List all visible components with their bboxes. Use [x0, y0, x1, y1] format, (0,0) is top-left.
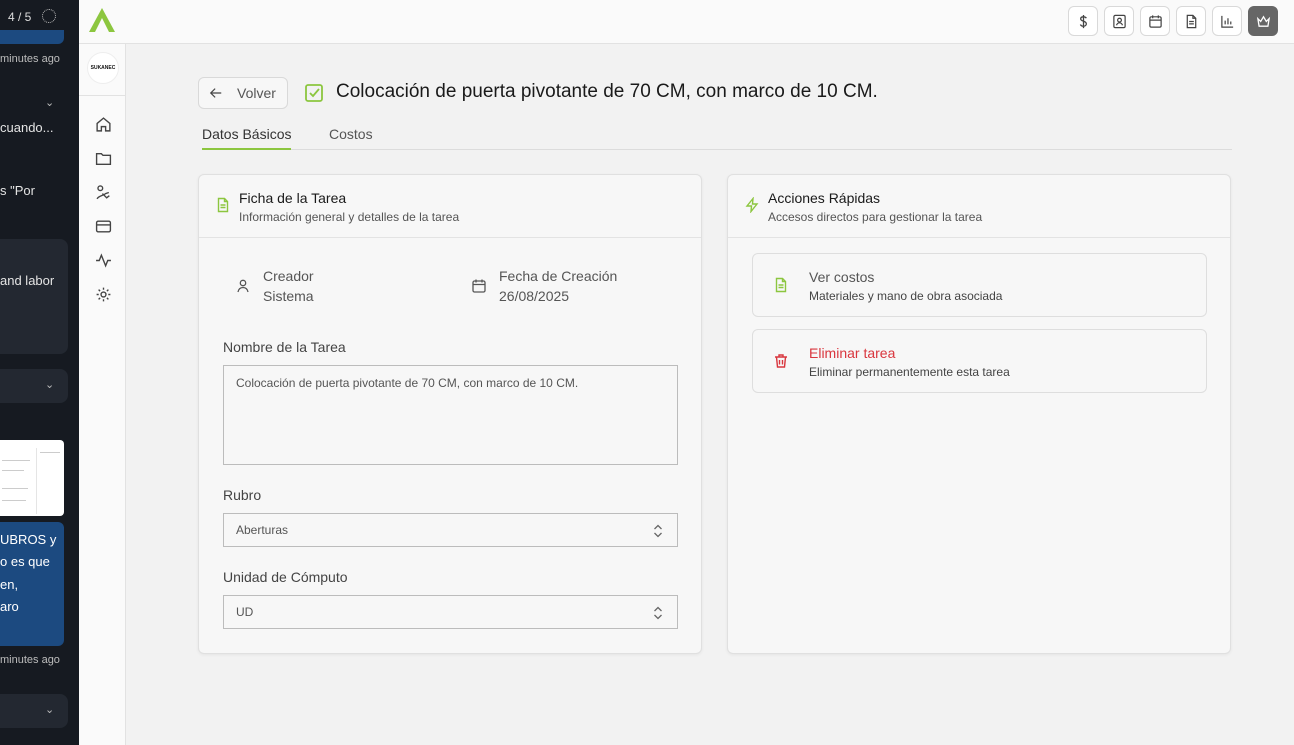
checkbox-icon — [305, 84, 323, 102]
main-content: Volver Colocación de puerta pivotante de… — [126, 44, 1294, 745]
organization-logo[interactable]: SUKANEC — [87, 52, 119, 84]
chevron-down-icon[interactable]: ⌄ — [45, 378, 54, 391]
dollar-button[interactable] — [1068, 6, 1098, 36]
message-counter: 4 / 5 — [8, 10, 32, 24]
sidebar-item-activity[interactable] — [93, 250, 113, 270]
card-title: Ficha de la Tarea — [239, 190, 347, 206]
quick-actions-card: Acciones Rápidas Accesos directos para g… — [727, 174, 1231, 654]
chat-text: UBROS y — [0, 532, 57, 547]
chevron-down-icon[interactable]: ⌄ — [45, 703, 54, 716]
document-icon — [775, 277, 787, 293]
dollar-icon — [1079, 14, 1087, 28]
folder-icon — [95, 152, 111, 165]
calendar-icon — [472, 279, 486, 293]
card-header: Ficha de la Tarea Información general y … — [199, 175, 701, 238]
activity-icon — [95, 252, 111, 268]
user-icon — [237, 279, 249, 293]
chat-panel: 4 / 5 minutes ago ⌄ cuando... s "Por and… — [0, 0, 79, 745]
card-header: Acciones Rápidas Accesos directos para g… — [728, 175, 1230, 238]
chat-text: s "Por — [0, 183, 35, 198]
rubro-value: Aberturas — [236, 523, 289, 537]
documents-button[interactable] — [1176, 6, 1206, 36]
chat-bubble: UBROS y o es que en, aro — [0, 522, 64, 646]
crown-icon — [1256, 15, 1270, 27]
chevron-up-down-icon — [654, 524, 662, 538]
reports-button[interactable] — [1212, 6, 1242, 36]
chat-text: o es que — [0, 554, 50, 569]
tab-costos[interactable]: Costos — [329, 126, 373, 148]
collapsed-section[interactable] — [0, 694, 68, 728]
document-icon — [1186, 14, 1196, 28]
back-button-label: Volver — [237, 85, 276, 101]
card-subtitle: Información general y detalles de la tar… — [239, 210, 460, 224]
delete-task-action[interactable]: Eliminar tarea Eliminar permanentemente … — [752, 329, 1207, 393]
calendar-icon — [1148, 14, 1162, 28]
app-logo[interactable] — [87, 6, 117, 34]
action-title: Ver costos — [809, 269, 875, 285]
bar-chart-icon — [1220, 15, 1233, 28]
tools-icon — [95, 184, 110, 199]
calendar-button[interactable] — [1140, 6, 1170, 36]
lightning-icon — [745, 197, 759, 213]
top-actions — [1068, 6, 1278, 36]
credit-card-icon — [95, 219, 111, 233]
contact-card-icon — [1112, 14, 1126, 28]
sidebar-item-settings[interactable] — [93, 284, 113, 304]
creator-value: Sistema — [263, 288, 314, 304]
top-bar — [79, 0, 1294, 44]
collapsed-section[interactable] — [0, 369, 68, 403]
sidebar-item-home[interactable] — [93, 114, 113, 134]
chat-bubble — [0, 30, 64, 44]
creation-date-value: 26/08/2025 — [499, 288, 570, 304]
chat-text: en, — [0, 577, 19, 592]
settings-icon — [96, 287, 110, 301]
back-button[interactable]: Volver — [198, 77, 288, 109]
home-icon — [95, 116, 111, 132]
contacts-button[interactable] — [1104, 6, 1134, 36]
creation-date-label: Fecha de Creación — [499, 268, 618, 284]
action-title: Eliminar tarea — [809, 345, 896, 361]
sidebar-item-projects[interactable] — [93, 148, 113, 168]
rubro-select[interactable]: Aberturas — [223, 513, 678, 547]
task-name-textarea[interactable]: Colocación de puerta pivotante de 70 CM,… — [223, 365, 678, 465]
view-costs-action[interactable]: Ver costos Materiales y mano de obra aso… — [752, 253, 1207, 317]
chat-text: and labor — [0, 273, 55, 288]
premium-button[interactable] — [1248, 6, 1278, 36]
chat-text: aro — [0, 599, 19, 614]
chat-text: cuando... — [0, 120, 54, 135]
chat-timestamp: minutes ago — [0, 53, 60, 65]
chevron-up-down-icon — [654, 606, 662, 620]
screenshot-thumbnail[interactable] — [0, 440, 64, 516]
card-subtitle: Accesos directos para gestionar la tarea — [768, 210, 983, 224]
icon-sidebar: SUKANEC — [79, 44, 126, 745]
tab-datos-basicos[interactable]: Datos Básicos — [202, 126, 292, 150]
unit-select[interactable]: UD — [223, 595, 678, 629]
task-name-label: Nombre de la Tarea — [223, 339, 346, 355]
sidebar-item-payments[interactable] — [93, 216, 113, 236]
document-icon — [217, 197, 229, 213]
action-subtitle: Materiales y mano de obra asociada — [809, 289, 1003, 303]
creator-label: Creador — [263, 268, 314, 284]
unit-label: Unidad de Cómputo — [223, 569, 348, 585]
trash-icon — [775, 354, 787, 368]
divider — [79, 95, 126, 96]
sidebar-item-tools[interactable] — [93, 182, 113, 202]
page-title: Colocación de puerta pivotante de 70 CM,… — [336, 81, 878, 102]
tab-bar: Datos Básicos Costos — [202, 124, 1232, 150]
chevron-down-icon[interactable]: ⌄ — [45, 96, 54, 109]
chat-bubble — [0, 239, 68, 354]
arrow-left-icon — [209, 88, 222, 98]
unit-value: UD — [236, 605, 254, 619]
task-info-card: Ficha de la Tarea Información general y … — [198, 174, 702, 654]
action-subtitle: Eliminar permanentemente esta tarea — [809, 365, 1010, 379]
rubro-label: Rubro — [223, 487, 262, 503]
loading-icon — [42, 9, 56, 23]
card-title: Acciones Rápidas — [768, 190, 881, 206]
chat-timestamp: minutes ago — [0, 654, 60, 666]
